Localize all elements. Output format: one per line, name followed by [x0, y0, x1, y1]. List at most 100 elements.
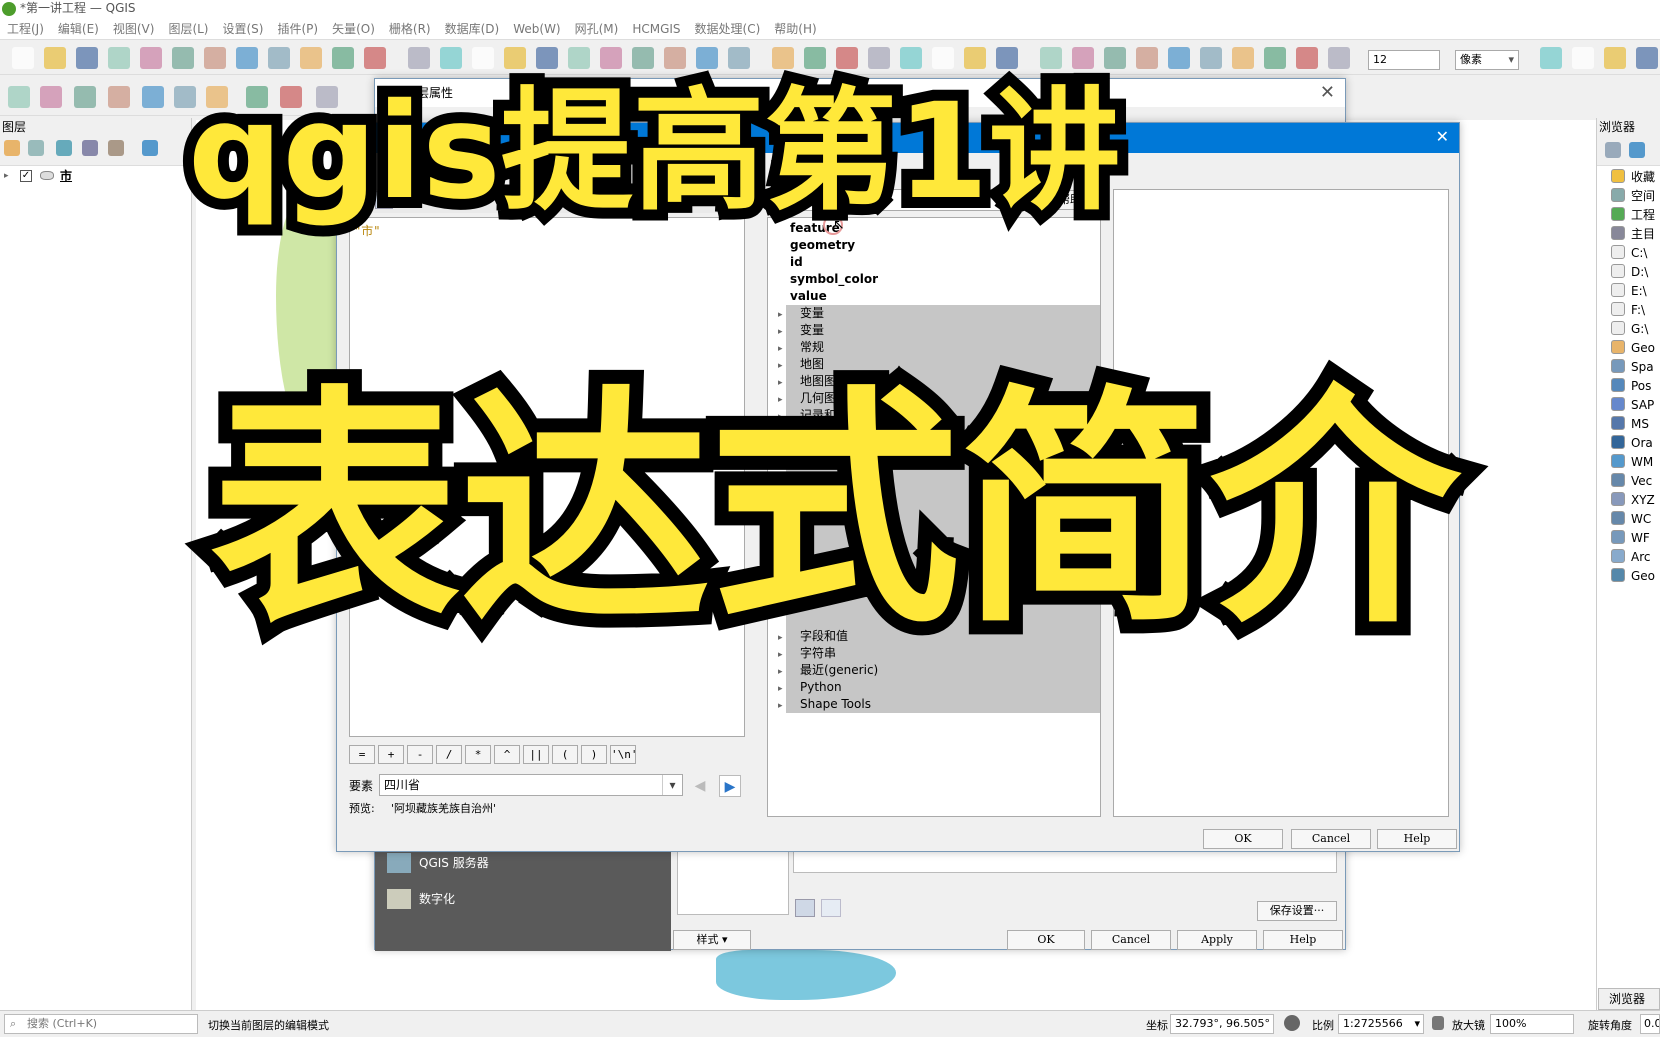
menu-item[interactable]: 数据库(D): [438, 18, 507, 40]
digitize-tool-icon[interactable]: [74, 86, 96, 108]
cancel-button[interactable]: Cancel: [1091, 930, 1171, 950]
browser-item[interactable]: E:\: [1597, 282, 1657, 301]
toolbar-tool-icon[interactable]: [1200, 47, 1222, 69]
expand-arrow-icon[interactable]: ▸: [778, 698, 790, 715]
toolbar-tool-icon[interactable]: [568, 47, 590, 69]
table-view-icon[interactable]: [795, 899, 815, 917]
menu-item[interactable]: 编辑(E): [51, 18, 106, 40]
operator-button[interactable]: -: [407, 745, 433, 764]
menu-item[interactable]: 栅格(R): [382, 18, 438, 40]
tree-item-group[interactable]: ▸ 常规: [778, 339, 1078, 356]
toolbar-tool-icon[interactable]: [1168, 47, 1190, 69]
lock-icon[interactable]: [1432, 1016, 1444, 1030]
toolbar-tool-icon[interactable]: [172, 47, 194, 69]
tree-item-field[interactable]: geometry: [778, 237, 1078, 254]
refresh-icon[interactable]: [1629, 142, 1645, 158]
digitize-tool-icon[interactable]: [142, 86, 164, 108]
toolbar-tool-icon[interactable]: [1232, 47, 1254, 69]
style-button[interactable]: 样式 ▾: [673, 930, 751, 950]
eye-icon[interactable]: [56, 140, 72, 156]
toolbar-tool-icon[interactable]: [504, 47, 526, 69]
toolbar-tool-icon[interactable]: [12, 47, 34, 69]
toolbar-tool-icon[interactable]: [836, 47, 858, 69]
browser-item[interactable]: 工程: [1597, 206, 1657, 225]
snap-unit-select[interactable]: 像素 ▾: [1455, 50, 1519, 70]
save-settings-button[interactable]: 保存设置···: [1257, 901, 1337, 921]
menu-item[interactable]: 数据处理(C): [688, 18, 768, 40]
browser-item[interactable]: SAP: [1597, 396, 1657, 415]
browser-item[interactable]: Ora: [1597, 434, 1657, 453]
digitize-tool-icon[interactable]: [8, 86, 30, 108]
browser-item[interactable]: MS: [1597, 415, 1657, 434]
browser-item[interactable]: Arc: [1597, 548, 1657, 567]
operator-button[interactable]: ): [581, 745, 607, 764]
toolbar-tool-icon[interactable]: [1264, 47, 1286, 69]
operator-button[interactable]: /: [436, 745, 462, 764]
snap-tolerance-input[interactable]: 12: [1368, 50, 1440, 70]
toolbar-tool-icon[interactable]: [1604, 47, 1626, 69]
browser-item[interactable]: Geo: [1597, 567, 1657, 586]
toolbar-tool-icon[interactable]: [804, 47, 826, 69]
sidebar-item-digitizing[interactable]: 数字化: [383, 887, 643, 911]
toolbar-tool-icon[interactable]: [996, 47, 1018, 69]
toolbar-tool-icon[interactable]: [1136, 47, 1158, 69]
chevron-down-icon[interactable]: ▾: [662, 775, 682, 795]
toolbar-tool-icon[interactable]: [1636, 47, 1658, 69]
digitize-tool-icon[interactable]: [40, 86, 62, 108]
previous-feature-icon[interactable]: ◀: [689, 775, 711, 797]
magnifier-input[interactable]: 100%: [1490, 1014, 1574, 1034]
toolbar-tool-icon[interactable]: [1540, 47, 1562, 69]
browser-item[interactable]: C:\: [1597, 244, 1657, 263]
toolbar-tool-icon[interactable]: [868, 47, 890, 69]
operator-button[interactable]: =: [349, 745, 375, 764]
tree-item-group[interactable]: ▸ Shape Tools: [778, 696, 1078, 713]
menu-item[interactable]: 视图(V): [106, 18, 162, 40]
browser-item[interactable]: WF: [1597, 529, 1657, 548]
menu-item[interactable]: 工程(J): [0, 18, 51, 40]
coordinate-toggle-icon[interactable]: [1284, 1015, 1300, 1031]
add-group-icon[interactable]: [28, 140, 44, 156]
add-selected-icon[interactable]: [1605, 142, 1621, 158]
locator-search-input[interactable]: ⌕ 搜索 (Ctrl+K): [4, 1014, 198, 1034]
toolbar-tool-icon[interactable]: [600, 47, 622, 69]
toolbar-tool-icon[interactable]: [536, 47, 558, 69]
scale-select[interactable]: 1:2725566 ▾: [1338, 1014, 1424, 1034]
layer-row[interactable]: ▸ ✓ 市: [0, 166, 191, 186]
browser-item[interactable]: Pos: [1597, 377, 1657, 396]
layer-visibility-checkbox[interactable]: ✓: [20, 170, 32, 182]
menu-item[interactable]: 网孔(M): [568, 18, 626, 40]
toolbar-tool-icon[interactable]: [44, 47, 66, 69]
expand-all-icon[interactable]: [142, 140, 158, 156]
toolbar-tool-icon[interactable]: [204, 47, 226, 69]
menu-item[interactable]: 图层(L): [161, 18, 215, 40]
sidebar-item-qgis-server[interactable]: QGIS 服务器: [383, 851, 643, 875]
tree-item-field[interactable]: value: [778, 288, 1078, 305]
operator-button[interactable]: (: [552, 745, 578, 764]
filter-icon[interactable]: [82, 140, 98, 156]
toolbar-tool-icon[interactable]: [108, 47, 130, 69]
toolbar-tool-icon[interactable]: [332, 47, 354, 69]
tree-item-field[interactable]: id: [778, 254, 1078, 271]
expand-arrow-icon[interactable]: ▸: [4, 166, 9, 186]
toolbar-tool-icon[interactable]: [472, 47, 494, 69]
operator-button[interactable]: '\n': [610, 745, 638, 764]
browser-item[interactable]: Geo: [1597, 339, 1657, 358]
toolbar-tool-icon[interactable]: [1572, 47, 1594, 69]
paint-brush-icon[interactable]: [4, 140, 20, 156]
browser-item[interactable]: 主目: [1597, 225, 1657, 244]
toolbar-tool-icon[interactable]: [268, 47, 290, 69]
toolbar-tool-icon[interactable]: [900, 47, 922, 69]
expression-filter-icon[interactable]: [108, 140, 124, 156]
operator-button[interactable]: +: [378, 745, 404, 764]
menu-item[interactable]: 插件(P): [270, 18, 325, 40]
menu-item[interactable]: 帮助(H): [767, 18, 823, 40]
tree-item-group[interactable]: ▸ Python: [778, 679, 1078, 696]
toolbar-tool-icon[interactable]: [1296, 47, 1318, 69]
apply-button[interactable]: Apply: [1177, 930, 1257, 950]
browser-item[interactable]: XYZ: [1597, 491, 1657, 510]
toolbar-tool-icon[interactable]: [300, 47, 322, 69]
toolbar-tool-icon[interactable]: [1328, 47, 1350, 69]
toolbar-tool-icon[interactable]: [408, 47, 430, 69]
feature-select[interactable]: 四川省 ▾: [379, 774, 683, 796]
grid-view-icon[interactable]: [821, 899, 841, 917]
